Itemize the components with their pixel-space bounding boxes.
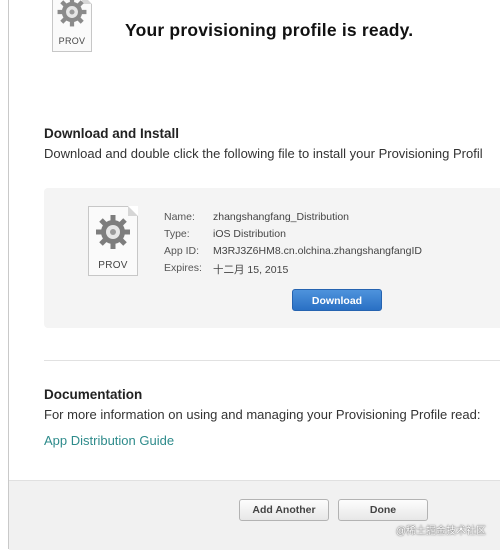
provisioning-profile-file-icon: PROV xyxy=(52,0,92,52)
documentation-heading: Documentation xyxy=(44,387,143,402)
done-button[interactable]: Done xyxy=(338,499,428,521)
name-value: zhangshangfang_Distribution xyxy=(213,211,350,223)
download-button[interactable]: Download xyxy=(292,289,382,311)
profile-file-icon: PROV xyxy=(88,206,138,276)
file-icon-label: PROV xyxy=(98,260,128,271)
name-label: Name: xyxy=(164,211,195,223)
gear-icon xyxy=(96,215,130,249)
app-id-label: App ID: xyxy=(164,245,200,257)
gear-icon xyxy=(57,0,87,27)
app-distribution-guide-link[interactable]: App Distribution Guide xyxy=(44,433,174,448)
expires-value: 十二月 15, 2015 xyxy=(213,264,289,276)
app-id-value: M3RJ3Z6HM8.cn.olchina.zhangshangfangID xyxy=(213,245,422,257)
watermark-text: @稀土掘金技术社区 xyxy=(395,526,486,537)
expires-label: Expires: xyxy=(164,262,202,274)
file-icon-label: PROV xyxy=(58,36,86,46)
section-divider xyxy=(44,360,500,361)
page-title: Your provisioning profile is ready. xyxy=(125,20,414,40)
add-another-button[interactable]: Add Another xyxy=(239,499,329,521)
type-value: iOS Distribution xyxy=(213,228,286,240)
type-label: Type: xyxy=(164,228,190,240)
download-section-description: Download and double click the following … xyxy=(44,146,483,161)
window-left-border xyxy=(8,0,9,549)
documentation-description: For more information on using and managi… xyxy=(44,407,481,422)
download-section-heading: Download and Install xyxy=(44,126,180,141)
